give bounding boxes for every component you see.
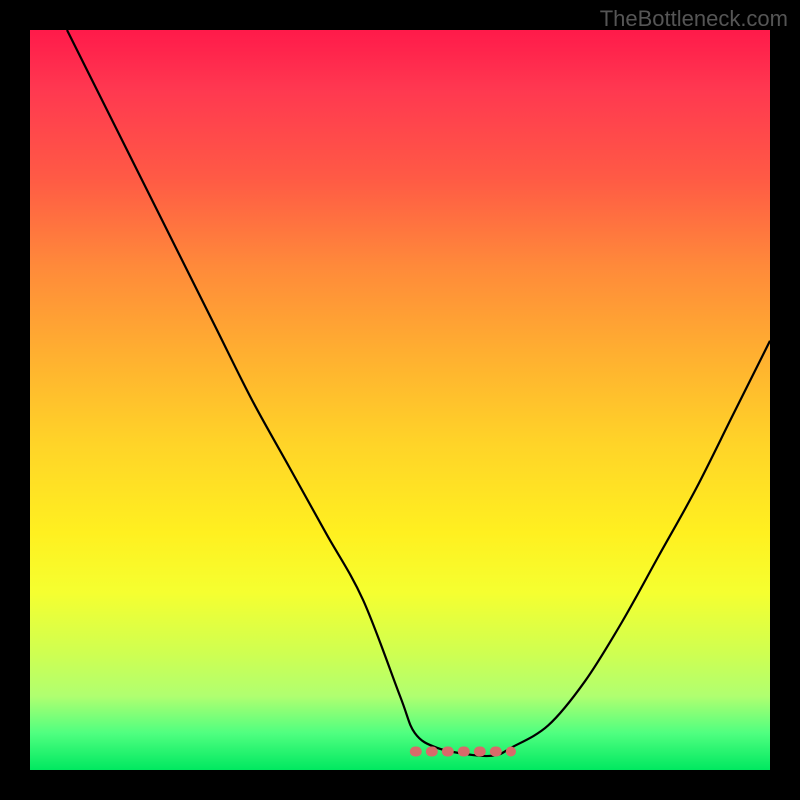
- curve-svg: [30, 30, 770, 770]
- watermark-text: TheBottleneck.com: [600, 6, 788, 32]
- plot-area: [30, 30, 770, 770]
- chart-container: TheBottleneck.com: [0, 0, 800, 800]
- bottleneck-curve: [67, 30, 770, 756]
